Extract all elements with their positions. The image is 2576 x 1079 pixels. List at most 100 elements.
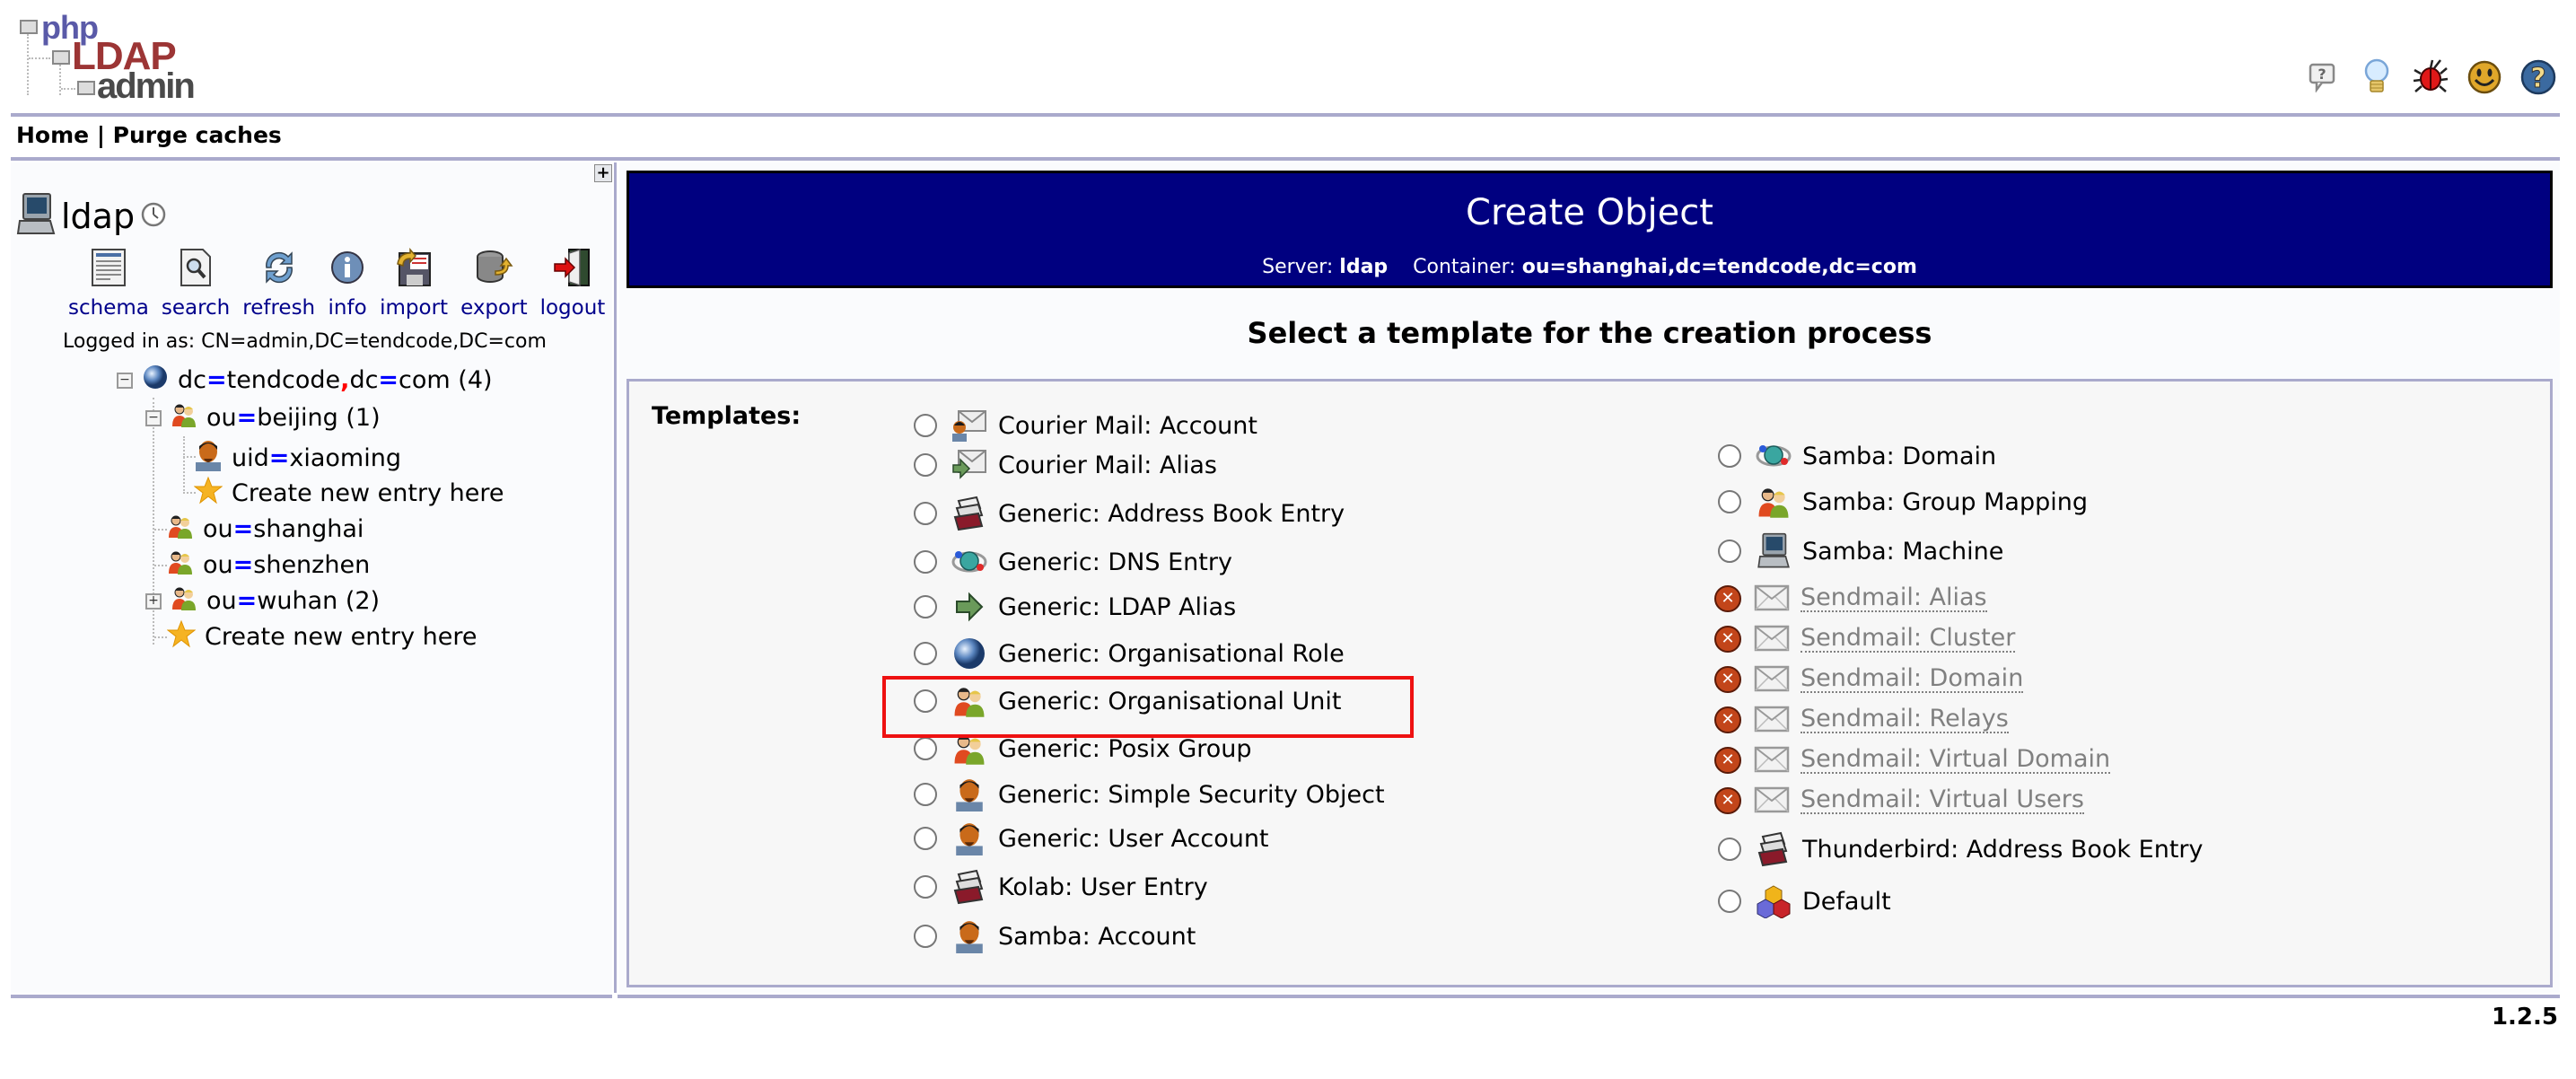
template-radio[interactable]	[1718, 890, 1741, 913]
template-radio[interactable]	[914, 502, 937, 525]
import-icon	[394, 247, 434, 287]
home-link[interactable]: Home	[16, 122, 89, 148]
schema-button[interactable]: schema	[68, 248, 149, 320]
tree-node-xiaoming: uid=xiaoming	[194, 439, 401, 478]
template-label[interactable]: Kolab: User Entry	[998, 873, 1208, 901]
template-option: ✕ Sendmail: Virtual Domain	[1714, 742, 2111, 778]
template-radio[interactable]	[914, 550, 937, 574]
nav-divider	[11, 157, 2560, 161]
template-radio[interactable]	[914, 783, 937, 806]
template-option[interactable]: Default	[1718, 883, 1891, 919]
help-circle-icon[interactable]: ?	[2519, 57, 2558, 97]
template-label[interactable]: Generic: Address Book Entry	[998, 500, 1345, 528]
template-label[interactable]: Generic: Posix Group	[998, 735, 1252, 763]
template-option[interactable]: Thunderbird: Address Book Entry	[1718, 831, 2204, 867]
template-radio[interactable]	[914, 414, 937, 437]
address-book-icon	[951, 496, 987, 531]
svg-text:?: ?	[2318, 66, 2326, 83]
tree-node-link[interactable]: dc=tendcode,dc=com (4)	[178, 366, 493, 394]
template-option[interactable]: Courier Mail: Account	[914, 408, 1257, 443]
template-label[interactable]: Samba: Machine	[1802, 538, 2003, 566]
create-entry-label: Create new entry here	[232, 479, 504, 507]
dns-globe-icon	[1756, 438, 1792, 474]
tree-create-entry-root[interactable]: Create new entry here	[166, 619, 478, 654]
server-name[interactable]: ldap	[61, 197, 135, 236]
template-label[interactable]: Generic: User Account	[998, 825, 1269, 853]
template-radio[interactable]	[1718, 444, 1741, 468]
tree-node-link[interactable]: ou=beijing (1)	[206, 404, 381, 432]
logo-line	[29, 57, 50, 59]
mail-icon	[1754, 621, 1790, 657]
user-icon	[951, 918, 987, 954]
logout-icon	[553, 248, 592, 287]
template-option[interactable]: Generic: User Account	[914, 820, 1269, 856]
template-option[interactable]: Samba: Group Mapping	[1718, 484, 2088, 520]
logo-box-icon	[77, 81, 95, 95]
template-radio[interactable]	[914, 595, 937, 618]
mail-user-icon	[951, 408, 987, 443]
expand-toggle[interactable]: +	[145, 592, 162, 610]
template-label[interactable]: Default	[1802, 888, 1891, 916]
template-option[interactable]: Kolab: User Entry	[914, 869, 1208, 905]
version-label: 1.2.5	[2491, 1004, 2558, 1031]
container-label: Container:	[1413, 256, 1516, 278]
mail-icon	[1754, 662, 1790, 697]
tree-node-wuhan: + ou=wuhan (2)	[145, 584, 380, 618]
template-radio[interactable]	[914, 875, 937, 899]
template-label[interactable]: Samba: Account	[998, 923, 1196, 951]
clock-icon[interactable]	[140, 201, 167, 232]
schema-label: schema	[68, 296, 149, 320]
template-label[interactable]: Thunderbird: Address Book Entry	[1802, 836, 2204, 864]
template-radio[interactable]	[1718, 838, 1741, 861]
refresh-label: refresh	[242, 296, 316, 320]
container-value: ou=shanghai,dc=tendcode,dc=com	[1521, 256, 1917, 278]
template-label[interactable]: Generic: Organisational Role	[998, 640, 1345, 668]
template-label[interactable]: Courier Mail: Account	[998, 412, 1257, 440]
mail-icon	[1754, 783, 1790, 819]
template-radio[interactable]	[914, 737, 937, 760]
tree-node-link[interactable]: ou=shanghai	[203, 515, 364, 543]
tree-create-entry-beijing[interactable]: Create new entry here	[193, 476, 504, 511]
template-radio[interactable]	[914, 642, 937, 665]
expand-panel-button[interactable]: +	[594, 164, 612, 182]
template-label[interactable]: Generic: Simple Security Object	[998, 781, 1385, 809]
template-option[interactable]: Generic: DNS Entry	[914, 544, 1232, 580]
template-option[interactable]: Generic: LDAP Alias	[914, 589, 1236, 625]
template-label[interactable]: Courier Mail: Alias	[998, 452, 1217, 479]
template-label[interactable]: Samba: Group Mapping	[1802, 488, 2088, 516]
export-button[interactable]: export	[460, 248, 528, 320]
tree-node-link[interactable]: uid=xiaoming	[232, 444, 401, 472]
logout-button[interactable]: logout	[540, 248, 605, 320]
template-option[interactable]: Generic: Organisational Role	[914, 636, 1345, 671]
refresh-icon	[259, 248, 299, 287]
template-option[interactable]: Generic: Simple Security Object	[914, 776, 1385, 812]
import-button[interactable]: import	[380, 247, 449, 320]
purge-caches-link[interactable]: Purge caches	[113, 122, 282, 148]
info-button[interactable]: info	[328, 248, 367, 320]
search-button[interactable]: search	[162, 248, 230, 320]
template-option[interactable]: Courier Mail: Alias	[914, 447, 1217, 483]
template-radio[interactable]	[914, 453, 937, 477]
import-label: import	[380, 296, 449, 320]
template-option[interactable]: Samba: Account	[914, 918, 1196, 954]
collapse-toggle[interactable]: −	[117, 372, 133, 389]
template-label[interactable]: Generic: LDAP Alias	[998, 593, 1236, 621]
smiley-icon[interactable]	[2465, 57, 2504, 97]
template-radio[interactable]	[914, 827, 937, 850]
template-option[interactable]: Generic: Address Book Entry	[914, 496, 1345, 531]
help-bubble-icon[interactable]: ?	[2303, 57, 2343, 97]
template-radio[interactable]	[1718, 540, 1741, 563]
template-radio[interactable]	[1718, 490, 1741, 513]
template-radio[interactable]	[914, 925, 937, 948]
lightbulb-icon[interactable]	[2357, 57, 2396, 97]
template-label[interactable]: Generic: DNS Entry	[998, 548, 1232, 576]
template-option[interactable]: Samba: Machine	[1718, 532, 2003, 569]
tree-node-link[interactable]: ou=shenzhen	[203, 551, 370, 579]
bug-icon[interactable]	[2411, 57, 2450, 97]
refresh-button[interactable]: refresh	[242, 248, 315, 320]
template-label: Sendmail: Domain	[1801, 664, 2024, 693]
template-option[interactable]: Samba: Domain	[1718, 438, 1996, 474]
tree-node-link[interactable]: ou=wuhan (2)	[206, 587, 380, 615]
template-label[interactable]: Samba: Domain	[1802, 443, 1996, 470]
collapse-toggle[interactable]: −	[145, 409, 162, 426]
